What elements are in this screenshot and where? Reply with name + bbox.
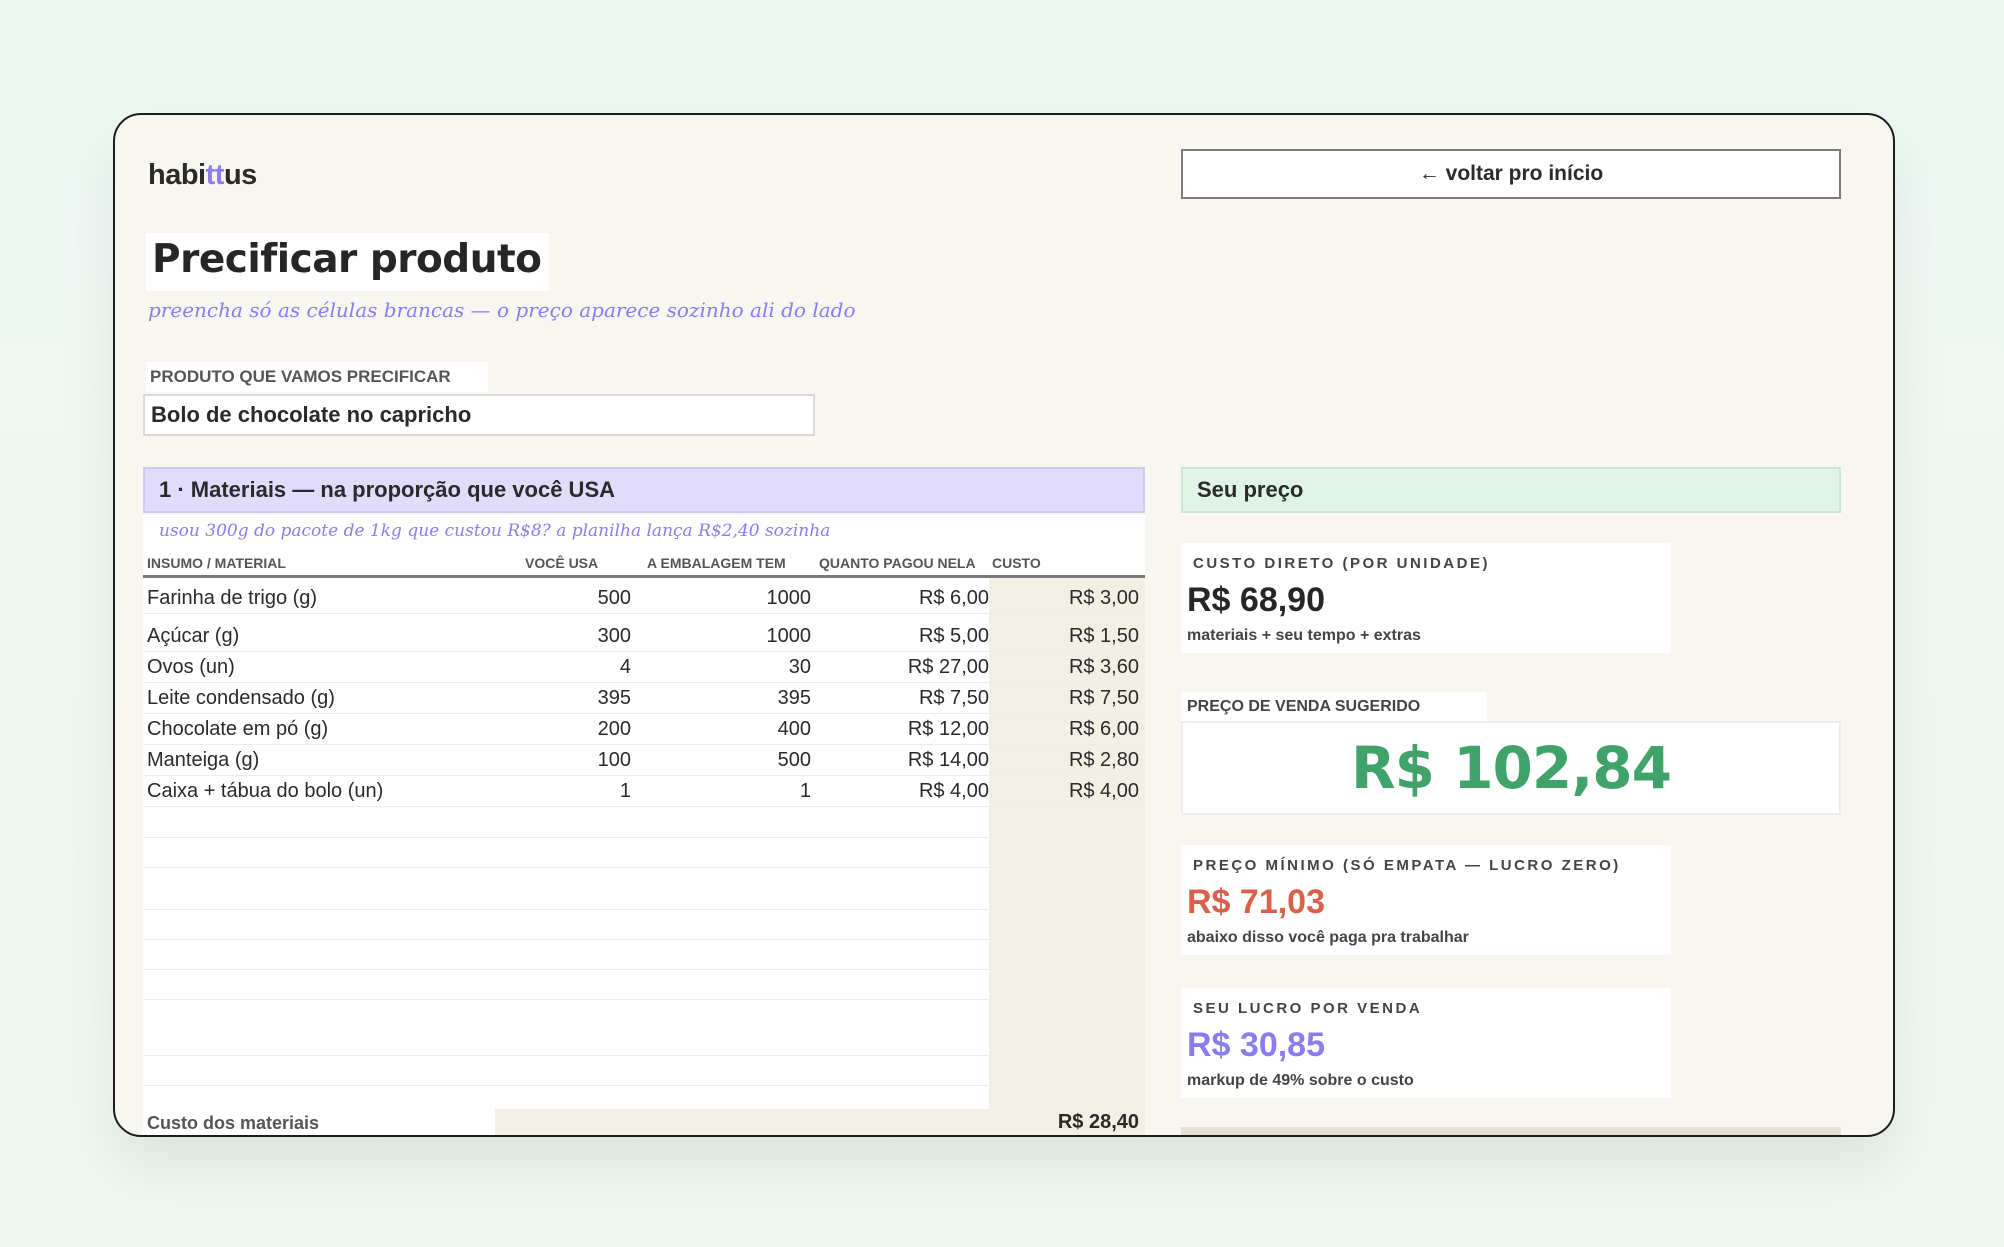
cell-package[interactable]: 1000	[767, 625, 812, 648]
cell-cost: R$ 3,60	[1068, 656, 1139, 678]
direct-cost-label: CUSTO DIRETO (POR UNIDADE)	[1193, 555, 1490, 572]
cell-material[interactable]: Farinha de trigo (g)	[147, 587, 317, 610]
cell-paid[interactable]: R$ 14,00	[908, 749, 989, 772]
cell-package[interactable]: 1000	[767, 587, 812, 610]
empty-row[interactable]	[143, 1025, 989, 1056]
min-price-value: R$ 71,03	[1187, 883, 1325, 921]
empty-row[interactable]	[143, 807, 989, 838]
empty-row[interactable]	[143, 939, 989, 970]
min-price-card: PREÇO MÍNIMO (SÓ EMPATA — LUCRO ZERO) R$…	[1181, 845, 1671, 955]
cell-paid[interactable]: R$ 4,00	[919, 780, 989, 803]
cell-material[interactable]: Chocolate em pó (g)	[147, 718, 328, 741]
table-header: INSUMO / MATERIAL VOCÊ USA A EMBALAGEM T…	[143, 555, 1145, 578]
cell-cost: R$ 1,50	[1068, 625, 1139, 647]
product-name-input[interactable]: Bolo de chocolate no capricho	[143, 394, 815, 436]
page-title: Precificar produto	[152, 237, 542, 282]
materials-total-row: Custo dos materiais R$ 28,40	[143, 1109, 1145, 1135]
cell-paid[interactable]: R$ 12,00	[908, 718, 989, 741]
min-price-label: PREÇO MÍNIMO (SÓ EMPATA — LUCRO ZERO)	[1193, 857, 1621, 874]
cell-usa[interactable]: 300	[598, 625, 631, 648]
col-header-material: INSUMO / MATERIAL	[147, 555, 286, 571]
back-to-home-button[interactable]: ← voltar pro início	[1181, 149, 1841, 199]
col-header-paid: QUANTO PAGOU NELA	[819, 555, 976, 571]
cell-usa[interactable]: 500	[598, 587, 631, 610]
logo-part: tt	[205, 159, 225, 191]
cell-material[interactable]: Açúcar (g)	[147, 625, 239, 648]
price-section-header: Seu preço	[1181, 467, 1841, 513]
col-header-cost: CUSTO	[992, 555, 1041, 571]
profit-value: R$ 30,85	[1187, 1026, 1325, 1064]
cell-package[interactable]: 30	[789, 656, 811, 679]
cell-usa[interactable]: 4	[620, 656, 631, 679]
cell-usa[interactable]: 200	[598, 718, 631, 741]
empty-row[interactable]	[143, 909, 989, 940]
title-box: Precificar produto	[146, 233, 550, 291]
cell-cost: R$ 3,00	[1068, 587, 1139, 609]
cell-material[interactable]: Manteiga (g)	[147, 749, 259, 772]
cell-package[interactable]: 395	[778, 687, 811, 710]
col-header-package: A EMBALAGEM TEM	[647, 555, 786, 571]
product-label: PRODUTO QUE VAMOS PRECIFICAR	[146, 362, 488, 392]
table-row[interactable]: Chocolate em pó (g) 200 400 R$ 12,00 R$ …	[143, 714, 1145, 745]
direct-cost-card: CUSTO DIRETO (POR UNIDADE) R$ 68,90 mate…	[1181, 543, 1671, 653]
cell-cost: R$ 2,80	[1068, 749, 1139, 771]
min-price-sub: abaixo disso você paga pra trabalhar	[1187, 929, 1469, 946]
table-row[interactable]: Manteiga (g) 100 500 R$ 14,00 R$ 2,80	[143, 745, 1145, 776]
profit-sub: markup de 49% sobre o custo	[1187, 1072, 1414, 1089]
materials-hint: usou 300g do pacote de 1kg que custou R$…	[159, 521, 831, 541]
cell-cost: R$ 6,00	[1068, 718, 1139, 740]
empty-row[interactable]	[143, 1055, 989, 1086]
next-card-edge	[1181, 1127, 1841, 1135]
materials-total-label: Custo dos materiais	[143, 1109, 495, 1135]
table-row[interactable]: Leite condensado (g) 395 395 R$ 7,50 R$ …	[143, 683, 1145, 714]
materials-total-value: R$ 28,40	[1057, 1111, 1139, 1133]
materials-table: INSUMO / MATERIAL VOCÊ USA A EMBALAGEM T…	[143, 515, 1145, 1135]
cell-material[interactable]: Ovos (un)	[147, 656, 235, 679]
empty-row[interactable]	[143, 969, 989, 1000]
empty-row[interactable]	[143, 879, 989, 910]
profit-card: SEU LUCRO POR VENDA R$ 30,85 markup de 4…	[1181, 988, 1671, 1098]
cell-package[interactable]: 400	[778, 718, 811, 741]
cell-cost: R$ 4,00	[1068, 780, 1139, 802]
table-row[interactable]: Farinha de trigo (g) 500 1000 R$ 6,00 R$…	[143, 583, 1145, 614]
cell-paid[interactable]: R$ 27,00	[908, 656, 989, 679]
page-subtitle: preencha só as células brancas — o preço…	[148, 298, 856, 322]
cell-usa[interactable]: 395	[598, 687, 631, 710]
cell-paid[interactable]: R$ 5,00	[919, 625, 989, 648]
direct-cost-value: R$ 68,90	[1187, 581, 1325, 619]
cell-usa[interactable]: 1	[620, 780, 631, 803]
logo-part: us	[223, 159, 257, 191]
direct-cost-sub: materiais + seu tempo + extras	[1187, 627, 1421, 644]
table-row[interactable]: Açúcar (g) 300 1000 R$ 5,00 R$ 1,50	[143, 621, 1145, 652]
cell-material[interactable]: Caixa + tábua do bolo (un)	[147, 780, 383, 803]
cell-paid[interactable]: R$ 6,00	[919, 587, 989, 610]
cell-package[interactable]: 1	[800, 780, 811, 803]
suggested-price-value: R$ 102,84	[1350, 734, 1672, 802]
logo-part: habi	[148, 159, 206, 191]
suggested-price-label: PREÇO DE VENDA SUGERIDO	[1181, 692, 1487, 722]
app-window: habittus ← voltar pro início Precificar …	[113, 113, 1895, 1137]
materials-section-header: 1 · Materiais — na proporção que você US…	[143, 467, 1145, 513]
cell-material[interactable]: Leite condensado (g)	[147, 687, 335, 710]
profit-label: SEU LUCRO POR VENDA	[1193, 1000, 1423, 1017]
cell-cost: R$ 7,50	[1068, 687, 1139, 709]
suggested-price-box: R$ 102,84	[1181, 721, 1841, 815]
empty-row[interactable]	[143, 837, 989, 868]
table-row[interactable]: Ovos (un) 4 30 R$ 27,00 R$ 3,60	[143, 652, 1145, 683]
table-row[interactable]: Caixa + tábua do bolo (un) 1 1 R$ 4,00 R…	[143, 776, 1145, 807]
cell-paid[interactable]: R$ 7,50	[919, 687, 989, 710]
cell-usa[interactable]: 100	[598, 749, 631, 772]
cell-package[interactable]: 500	[778, 749, 811, 772]
logo[interactable]: habittus	[148, 159, 257, 192]
col-header-usa: VOCÊ USA	[525, 555, 599, 571]
